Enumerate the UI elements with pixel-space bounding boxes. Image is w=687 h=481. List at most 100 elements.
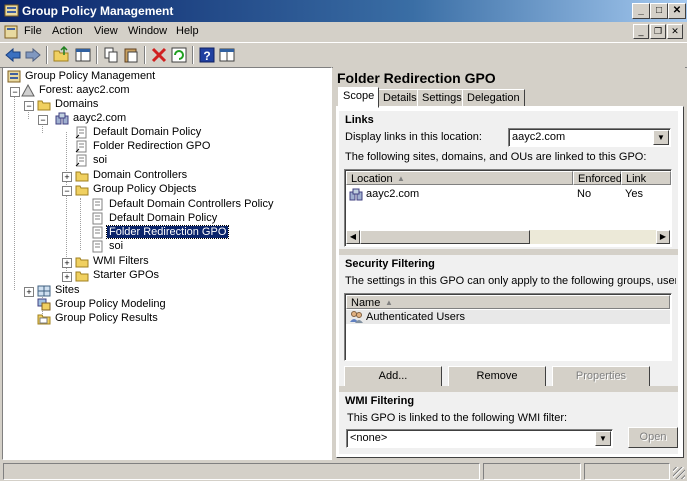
column-header-link-enabled[interactable]: Link Enab [621,171,671,185]
tree-item-gpo-soi[interactable]: soi [91,240,321,254]
copy-icon[interactable] [102,46,120,64]
paste-icon[interactable] [122,46,140,64]
add-button[interactable]: Add... [344,366,442,387]
links-list[interactable]: Location ▲ Enforced Link Enab aayc2.com … [344,169,672,247]
menu-view[interactable]: View [94,25,118,37]
show-hide-tree-icon[interactable] [74,46,92,64]
tree-item-label: Domain Controllers [93,169,188,181]
menu-action[interactable]: Action [52,25,83,37]
group-policy-app-icon [4,4,19,17]
location-dropdown[interactable]: aayc2.com ▼ [508,128,671,147]
tree-item-label: Group Policy Results [55,312,158,324]
tree-item-default-domain-policy-link[interactable]: Default Domain Policy [75,126,295,140]
tree-item-label: Default Domain Policy [109,212,218,224]
collapse-domain-toggle[interactable]: − [38,115,48,125]
scroll-right-icon[interactable]: ▶ [656,230,670,244]
expand-wmi-filters-toggle[interactable]: + [62,258,72,268]
security-principal-name: Authenticated Users [366,311,466,323]
wmi-filter-description: This GPO is linked to the following WMI … [347,412,568,424]
folder-icon [75,271,89,282]
link-enforced-cell[interactable]: No [577,188,591,200]
properties-button[interactable]: Properties [552,366,650,387]
expand-sites-toggle[interactable]: + [24,287,34,297]
wmi-filter-dropdown[interactable]: <none> ▼ [346,429,613,448]
gpo-link-icon [75,154,87,167]
tree-item-gpo-folder-redirection[interactable]: Folder Redirection GPO [91,225,321,240]
users-group-icon [350,311,363,323]
results-icon [37,314,51,325]
tree-item-label: Default Domain Policy [93,126,202,138]
link-enabled-cell[interactable]: Yes [625,188,643,200]
tree-item-soi-link[interactable]: soi [75,154,295,168]
tab-settings[interactable]: Settings [417,89,467,107]
collapse-forest-toggle[interactable]: − [10,87,20,97]
menu-help[interactable]: Help [176,25,199,37]
tree-item-sites[interactable]: Sites [37,284,297,298]
tree-item-label: soi [109,240,124,252]
tab-details[interactable]: Details [378,89,422,107]
tree-item-label: Sites [55,284,80,296]
tree-item-domain-controllers[interactable]: Domain Controllers [75,169,295,183]
expand-domain-controllers-toggle[interactable]: + [62,172,72,182]
up-folder-icon[interactable] [52,46,70,64]
tree-item-group-policy-objects[interactable]: Group Policy Objects [75,183,295,197]
chevron-down-icon[interactable]: ▼ [595,431,611,446]
tree-item-label: Group Policy Objects [93,183,197,195]
column-header-label: Location [351,173,393,185]
column-header-name[interactable]: Name ▲ [346,295,670,309]
tree-item-results[interactable]: Group Policy Results [37,312,297,326]
back-arrow-icon[interactable] [4,46,22,64]
sort-ascending-icon: ▲ [385,298,393,307]
tab-scope[interactable]: Scope [338,87,380,108]
help-icon[interactable]: ? [198,46,216,64]
tab-delegation[interactable]: Delegation [462,89,525,107]
list-item-selected[interactable]: Authenticated Users [346,310,670,324]
collapse-gpo-container-toggle[interactable]: − [62,186,72,196]
tree-item-domains[interactable]: Domains [37,98,297,112]
status-panel-3 [584,463,670,480]
tree-root[interactable]: Group Policy Management [7,70,307,84]
menu-file[interactable]: File [24,25,42,37]
menu-bar: File Action View Window Help _ ❐ ✕ [0,22,687,42]
security-filter-list[interactable]: Name ▲ Authenticated Users [344,293,672,361]
maximize-button[interactable]: □ [650,3,668,19]
refresh-icon[interactable] [170,46,188,64]
properties-view-icon[interactable] [218,46,236,64]
details-pane: Folder Redirection GPO Scope Details Set… [333,67,685,458]
gpo-icon [92,226,103,239]
remove-button[interactable]: Remove [448,366,546,387]
expand-starter-gpos-toggle[interactable]: + [62,272,72,282]
column-header-enforced[interactable]: Enforced [573,171,622,185]
link-location-cell[interactable]: aayc2.com [366,188,419,200]
forward-arrow-icon[interactable] [24,46,42,64]
domain-icon [349,188,363,201]
tree-item-domain[interactable]: aayc2.com [55,112,295,126]
column-header-location[interactable]: Location ▲ [346,171,573,185]
scrollbar-thumb[interactable] [360,230,530,244]
tree-item-modeling[interactable]: Group Policy Modeling [37,298,297,312]
close-button[interactable]: ✕ [668,3,686,19]
minimize-button[interactable]: _ [632,3,650,19]
tree-item-folder-redirection-link[interactable]: Folder Redirection GPO [75,140,295,154]
tree-item-wmi-filters[interactable]: WMI Filters [75,255,295,269]
tree-item-label: Starter GPOs [93,269,160,281]
child-restore-button[interactable]: ❐ [650,24,666,39]
collapse-domains-toggle[interactable]: − [24,101,34,111]
delete-icon[interactable] [150,46,168,64]
wmi-filtering-heading: WMI Filtering [345,395,415,407]
tree-root-label: Group Policy Management [25,70,156,82]
tree-item-gpo-default-domain-policy[interactable]: Default Domain Policy [91,212,321,226]
resize-grip[interactable] [673,467,685,479]
chevron-down-icon[interactable]: ▼ [653,130,669,145]
linked-locations-label: The following sites, domains, and OUs ar… [345,151,647,163]
tree-item-forest[interactable]: Forest: aayc2.com [21,84,301,98]
tree-item-gpo-default-dc-policy[interactable]: Default Domain Controllers Policy [91,198,321,212]
child-minimize-button[interactable]: _ [633,24,649,39]
open-button[interactable]: Open [628,427,678,448]
title-bar: Group Policy Management _ □ ✕ [0,0,687,22]
menu-window[interactable]: Window [128,25,167,37]
child-close-button[interactable]: ✕ [667,24,683,39]
scroll-left-icon[interactable]: ◀ [346,230,360,244]
links-horizontal-scrollbar[interactable]: ◀ ▶ [346,230,670,244]
tree-item-starter-gpos[interactable]: Starter GPOs [75,269,295,283]
